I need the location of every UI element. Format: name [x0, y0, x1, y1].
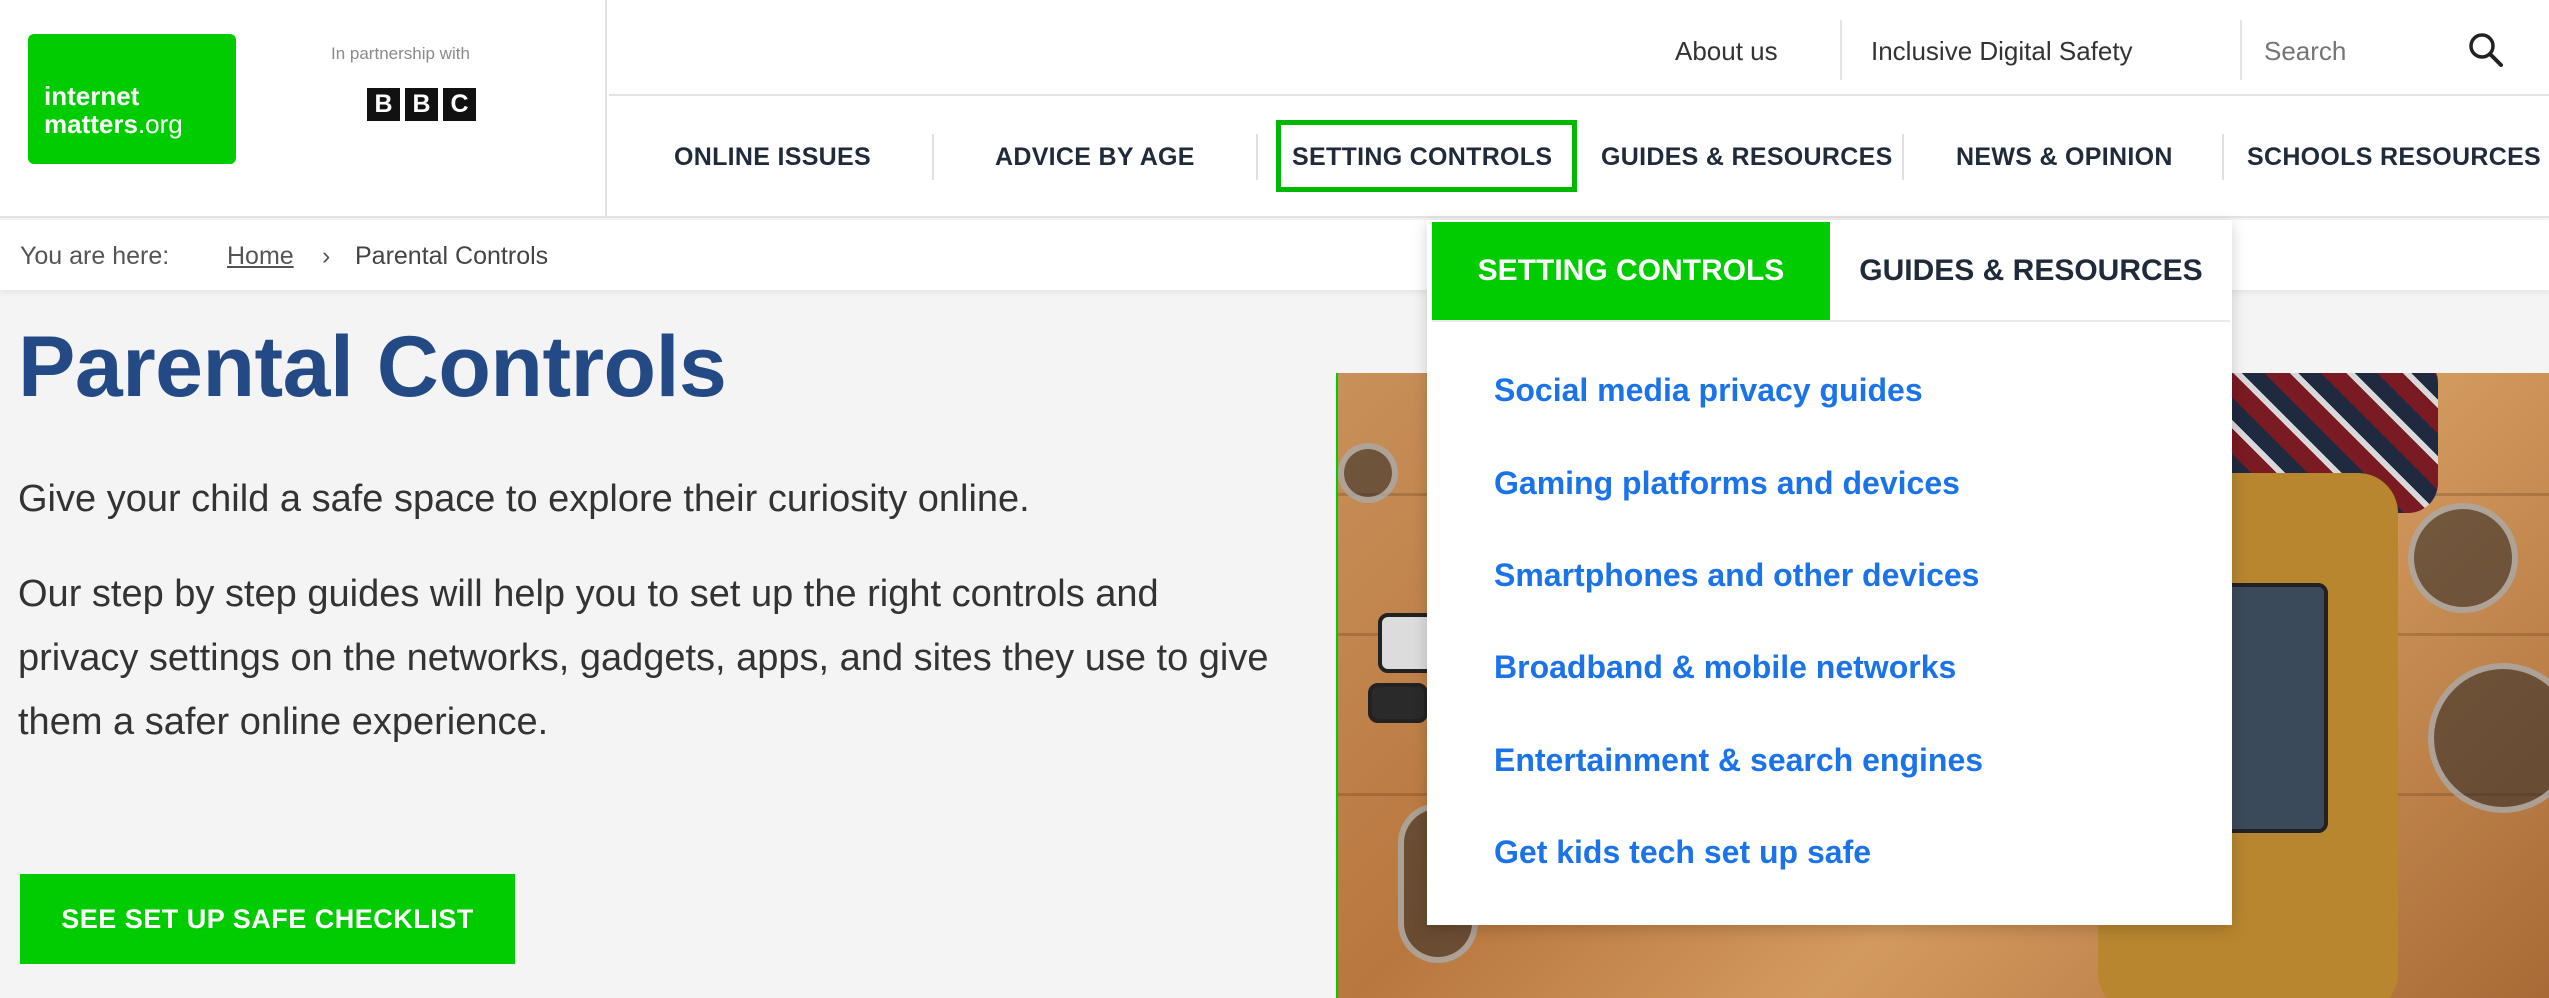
logo-text-internet: internet	[44, 81, 140, 111]
nav-divider	[1902, 134, 1904, 180]
breadcrumb-current: Parental Controls	[355, 242, 549, 270]
bbc-letter-b2: B	[405, 88, 438, 121]
breadcrumb-home-link[interactable]: Home	[227, 242, 294, 271]
intro-text: Give your child a safe space to explore …	[18, 478, 1030, 520]
nav-guides-resources[interactable]: GUIDES & RESOURCES	[1601, 143, 1893, 172]
app-bubble	[2428, 663, 2549, 813]
nav-online-issues[interactable]: ONLINE ISSUES	[674, 143, 871, 172]
page-title: Parental Controls	[18, 319, 727, 415]
nav-divider	[2222, 134, 2224, 180]
nav-divider	[1256, 134, 1258, 180]
logo-area: internet matters.org In partnership with…	[0, 0, 607, 218]
dropdown-link-social-media[interactable]: Social media privacy guides	[1494, 372, 1923, 409]
nav-advice-by-age[interactable]: ADVICE BY AGE	[995, 143, 1195, 172]
nav-schools-resources[interactable]: SCHOOLS RESOURCES	[2247, 143, 2541, 172]
set-up-safe-checklist-button[interactable]: SEE SET UP SAFE CHECKLIST	[20, 874, 515, 964]
utility-bar	[609, 0, 2549, 96]
nav-divider	[932, 134, 934, 180]
logo-text-matters-bold: matters	[44, 109, 138, 139]
breadcrumb-label: You are here:	[20, 242, 170, 270]
dropdown-link-gaming[interactable]: Gaming platforms and devices	[1494, 465, 1960, 502]
dropdown-link-smartphones[interactable]: Smartphones and other devices	[1494, 557, 1979, 594]
logo-text-matters: matters.org	[44, 110, 236, 138]
dropdown-tab-setting-controls[interactable]: SETTING CONTROLS	[1432, 222, 1830, 320]
search-input[interactable]	[2264, 36, 2424, 67]
phone-graphic	[1368, 683, 1428, 723]
partnership-label: In partnership with	[331, 44, 470, 63]
about-us-link[interactable]: About us	[1675, 36, 1778, 67]
nav-news-opinion[interactable]: NEWS & OPINION	[1956, 143, 2173, 172]
utility-divider	[2240, 20, 2242, 80]
app-bubble	[2408, 503, 2518, 613]
nav-setting-controls[interactable]: SETTING CONTROLS	[1292, 143, 1552, 172]
laptop-graphic	[2218, 583, 2328, 833]
dropdown-link-broadband[interactable]: Broadband & mobile networks	[1494, 649, 1956, 686]
app-bubble	[1338, 443, 1398, 503]
dropdown-tab-guides-resources[interactable]: GUIDES & RESOURCES	[1832, 222, 2230, 320]
logo-text-org: .org	[137, 109, 183, 139]
breadcrumb-chevron-icon: ›	[322, 242, 331, 270]
utility-divider	[1840, 20, 1842, 80]
internet-matters-logo[interactable]: internet matters.org	[28, 34, 236, 164]
dropdown-link-entertainment[interactable]: Entertainment & search engines	[1494, 742, 1983, 779]
dropdown-link-kids-tech[interactable]: Get kids tech set up safe	[1494, 834, 1871, 871]
bbc-logo[interactable]: B B C	[367, 88, 476, 121]
page: internet matters.org In partnership with…	[0, 0, 2549, 998]
search-icon[interactable]	[2466, 30, 2506, 70]
body-text: Our step by step guides will help you to…	[18, 573, 1269, 743]
bbc-letter-b1: B	[367, 88, 400, 121]
inclusive-digital-safety-link[interactable]: Inclusive Digital Safety	[1871, 36, 2133, 67]
bbc-letter-c: C	[443, 88, 476, 121]
dropdown-divider	[1432, 320, 2230, 322]
